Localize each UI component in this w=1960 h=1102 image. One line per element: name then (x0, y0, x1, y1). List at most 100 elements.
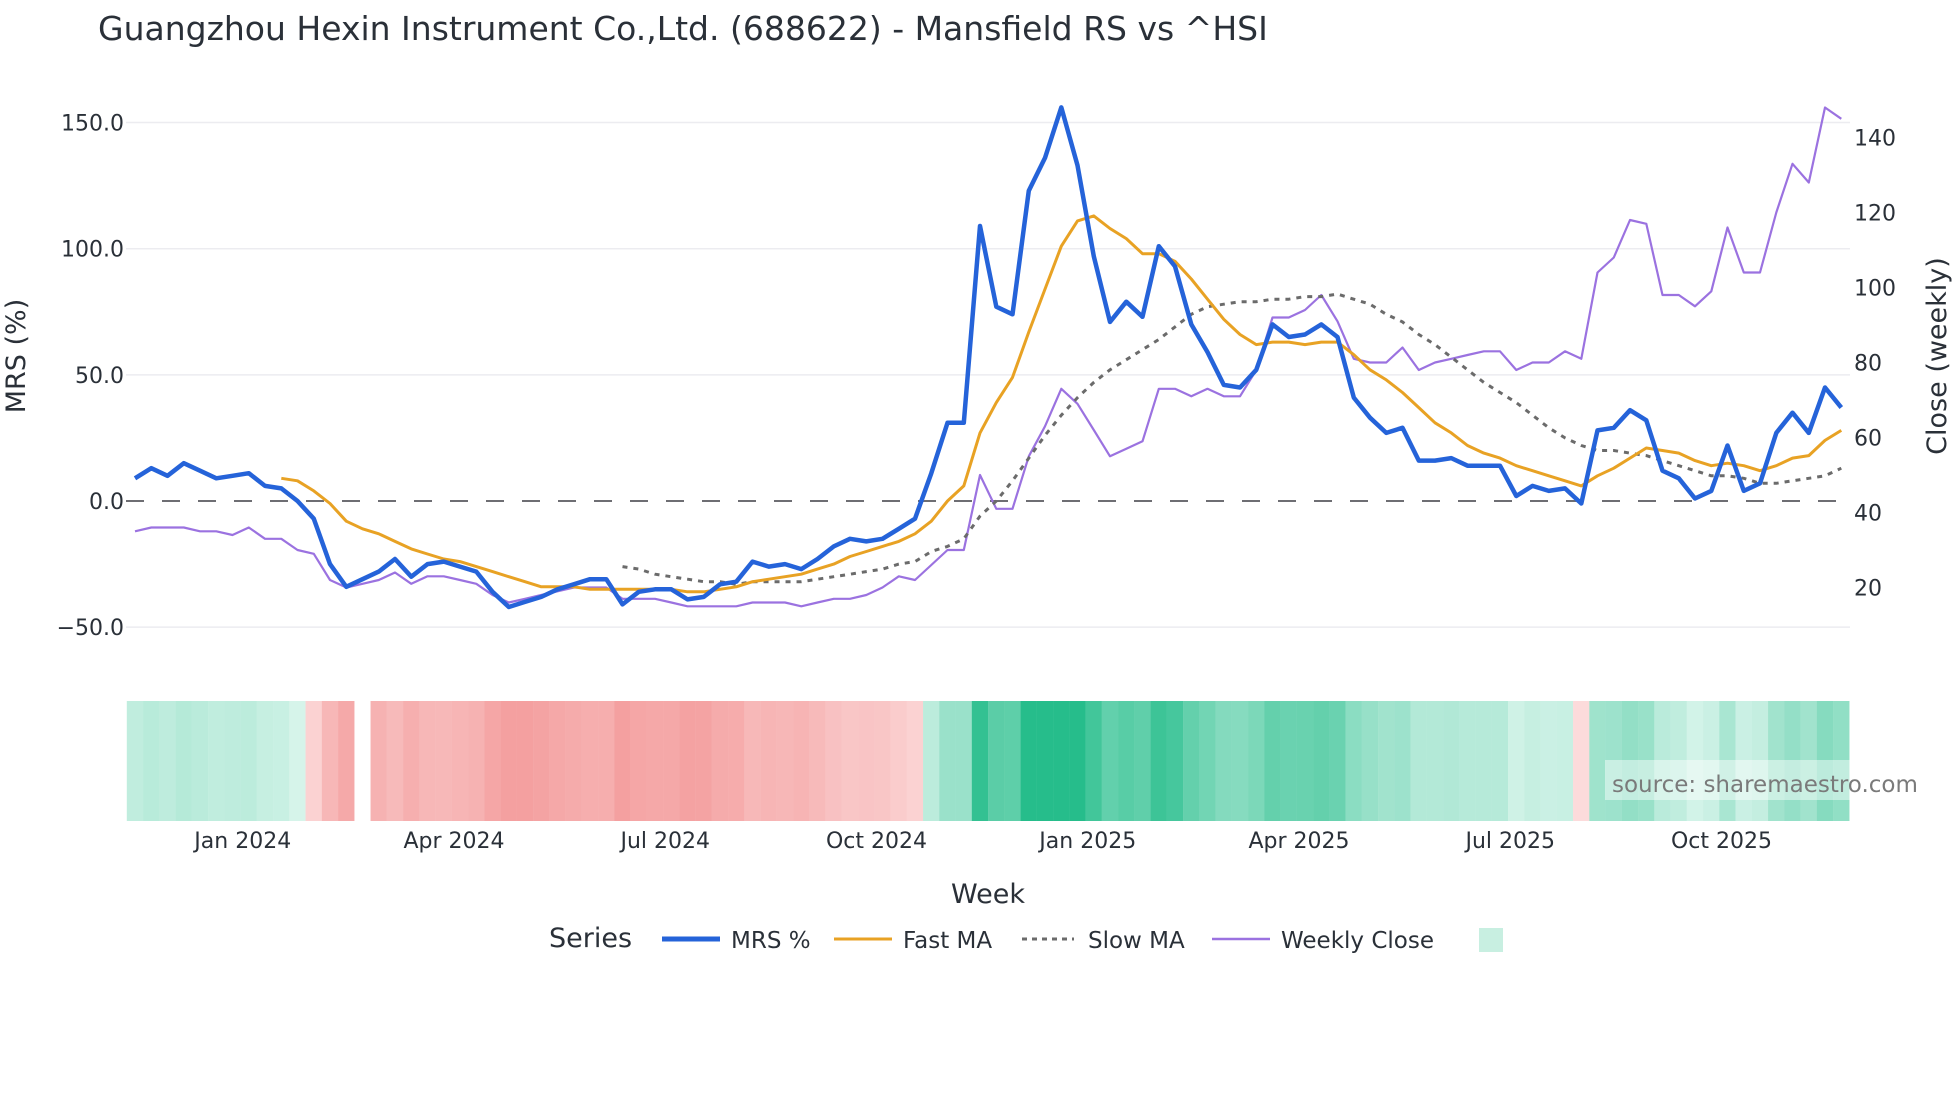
heatmap-cell (1443, 701, 1460, 821)
heatmap-cell (858, 701, 875, 821)
heatmap-cell (679, 701, 696, 821)
heatmap-cell (403, 701, 420, 821)
legend-label-fast-ma[interactable]: Fast MA (903, 928, 992, 954)
legend-label-weekly-close[interactable]: Weekly Close (1281, 928, 1434, 954)
heatmap-cell (1118, 701, 1135, 821)
y-left-tick-label: −50.0 (57, 616, 124, 641)
series-lines (133, 105, 1844, 610)
series-line-fast-ma (281, 214, 1843, 594)
heatmap-cell (695, 701, 712, 821)
heatmap-cell (1053, 701, 1070, 821)
heatmap-cell (1101, 701, 1119, 821)
heatmap-cell (1378, 701, 1395, 821)
heatmap-cell (1150, 701, 1167, 821)
heatmap-cell (1508, 701, 1525, 821)
series-line-mrs (133, 105, 1844, 610)
x-tick-label: Jul 2024 (618, 829, 710, 854)
x-tick-label: Oct 2025 (1671, 829, 1772, 854)
heatmap-cell (728, 701, 745, 821)
heatmap-cell (793, 701, 810, 821)
legend-label-slow-ma[interactable]: Slow MA (1088, 928, 1185, 954)
heatmap-cell (598, 701, 615, 821)
legend: Series MRS % Fast MA Slow MA Weekly Clos… (549, 923, 1503, 954)
y-right-tick-label: 60 (1854, 427, 1882, 452)
heatmap-cell (630, 701, 647, 821)
heatmap-cell (1036, 701, 1054, 821)
y-right-tick-label: 20 (1854, 577, 1882, 602)
x-tick-label: Jan 2025 (1037, 829, 1136, 854)
heatmap-cell (1296, 701, 1314, 821)
heatmap-cell (1491, 701, 1509, 821)
heatmap-cell (240, 701, 257, 821)
heatmap-cell (565, 701, 582, 821)
heatmap-cell (1004, 701, 1021, 821)
x-tick-label: Oct 2024 (826, 829, 927, 854)
legend-label-mrs[interactable]: MRS % (731, 928, 811, 954)
series-line-slow-ma (622, 292, 1842, 586)
heatmap-cell (451, 701, 469, 821)
y-axis-left-label: MRS (%) (1, 299, 32, 414)
heatmap-cell (338, 701, 355, 821)
heatmap-cell (744, 701, 761, 821)
heatmap-cell (1394, 701, 1411, 821)
y-right-tick-label: 100 (1854, 277, 1896, 302)
heatmap-cell (1280, 701, 1297, 821)
legend-swatch-heatmap[interactable] (1479, 928, 1503, 952)
y-right-tick-label: 120 (1854, 202, 1896, 227)
y-left-tick-label: 50.0 (75, 364, 124, 389)
heatmap-cell (1426, 701, 1444, 821)
heatmap-cell (988, 701, 1005, 821)
heatmap-cell (890, 701, 907, 821)
grid-lines (126, 121, 1850, 628)
y-left-tick-label: 100.0 (61, 238, 124, 263)
heatmap-cell (1573, 701, 1590, 821)
heatmap-cell (1199, 701, 1216, 821)
heatmap-cell (1410, 701, 1427, 821)
heatmap-cell (1556, 701, 1574, 821)
heatmap-cell (468, 701, 485, 821)
mrs-chart: Guangzhou Hexin Instrument Co.,Ltd. (688… (1, 9, 1953, 954)
heatmap-cell (143, 701, 160, 821)
heatmap-cell (549, 701, 566, 821)
heatmap-cell (581, 701, 599, 821)
heatmap-cell (1248, 701, 1265, 821)
heatmap-cell (1134, 701, 1151, 821)
heatmap-cell (1020, 701, 1037, 821)
heatmap-cell (711, 701, 729, 821)
x-tick-label: Apr 2025 (1248, 829, 1349, 854)
heatmap-cell (1459, 701, 1476, 821)
heatmap-cell (208, 701, 225, 821)
heatmap-cell (1475, 701, 1492, 821)
heatmap-cell (841, 701, 859, 821)
heatmap-cell (923, 701, 940, 821)
heatmap-cell (760, 701, 777, 821)
heatmap-cell (1215, 701, 1232, 821)
heatmap-cell (1231, 701, 1249, 821)
heatmap-cell (435, 701, 452, 821)
heatmap-cell (955, 701, 972, 821)
y-right-tick-label: 40 (1854, 502, 1882, 527)
heatmap-cell (939, 701, 956, 821)
heatmap-cell (776, 701, 794, 821)
heatmap-cell (289, 701, 306, 821)
heatmap-cell (500, 701, 517, 821)
x-axis-label: Week (951, 879, 1025, 910)
y-right-tick-label: 80 (1854, 352, 1882, 377)
y-left-tick-label: 0.0 (89, 490, 124, 515)
y-left-tick-label: 150.0 (61, 112, 124, 137)
heatmap-cell (484, 701, 501, 821)
heatmap-cell (1166, 701, 1184, 821)
legend-title: Series (549, 923, 632, 954)
heatmap-cell (191, 701, 209, 821)
x-tick-label: Jul 2025 (1463, 829, 1555, 854)
heatmap-cell (386, 701, 404, 821)
heatmap-strip (126, 701, 1850, 821)
heatmap-cell (971, 701, 989, 821)
heatmap-cell (419, 701, 436, 821)
heatmap-cell (175, 701, 192, 821)
heatmap-cell (126, 701, 144, 821)
heatmap-cell (1264, 701, 1281, 821)
heatmap-cell (1329, 701, 1346, 821)
heatmap-cell (663, 701, 680, 821)
heatmap-cell (906, 701, 924, 821)
